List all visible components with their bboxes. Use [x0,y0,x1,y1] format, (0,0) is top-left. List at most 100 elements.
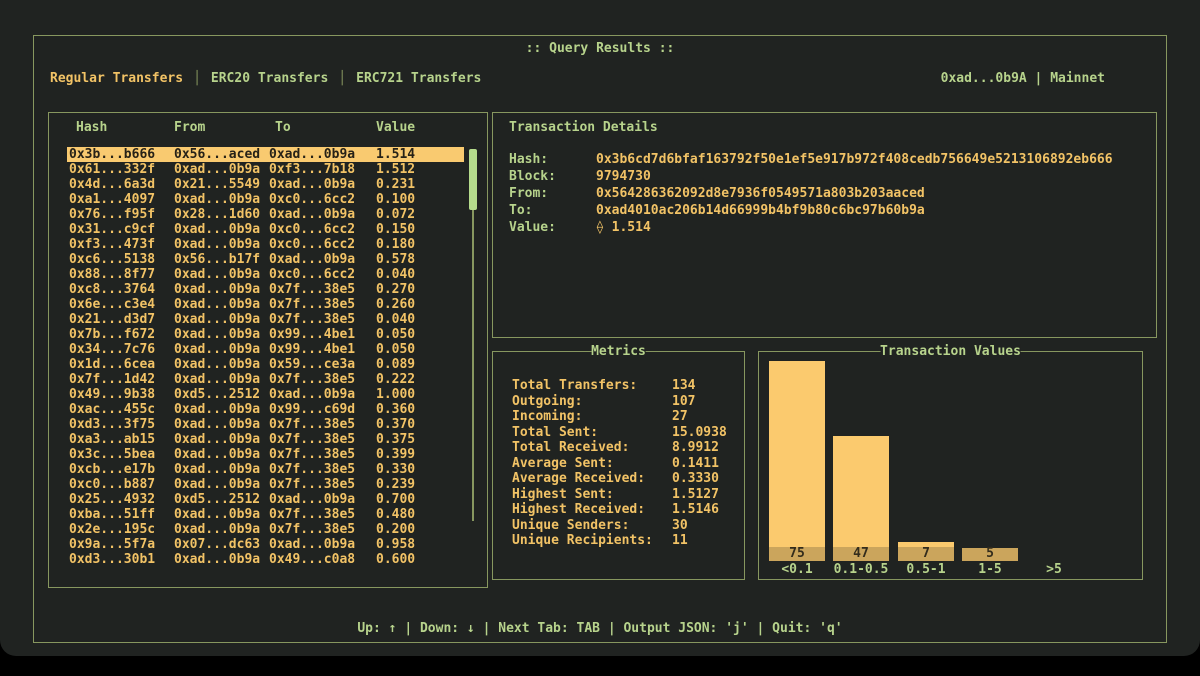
scrollbar-thumb[interactable] [469,149,477,210]
detail-field-value: 0x564286362092d8e7936f0549571a803b203aac… [596,185,925,202]
table-cell: 0x99...4be1 [269,342,376,357]
table-cell: 0x76...f95f [69,207,174,222]
table-row[interactable]: 0x7b...f6720xad...0b9a0x99...4be10.050 [67,327,464,342]
table-row[interactable]: 0x76...f95f0x28...1d600xad...0b9a0.072 [67,207,464,222]
detail-field: Value:⟠ 1.514 [493,219,1156,236]
tab-erc721-transfers[interactable]: ERC721 Transfers [356,71,481,86]
table-cell: 0xad...0b9a [174,312,269,327]
table-cell: 0xad...0b9a [174,282,269,297]
tab-regular-transfers[interactable]: Regular Transfers [50,71,183,86]
table-row[interactable]: 0xcb...e17b0xad...0b9a0x7f...38e50.330 [67,462,464,477]
table-body: 0x3b...b6660x56...aced0xad...0b9a1.5140x… [67,147,464,567]
table-cell: 0.958 [376,537,464,552]
table-cell: 0xad...0b9a [174,507,269,522]
table-row[interactable]: 0x49...9b380xd5...25120xad...0b9a1.000 [67,387,464,402]
table-cell: 0xad...0b9a [174,372,269,387]
table-row[interactable]: 0x3b...b6660x56...aced0xad...0b9a1.514 [67,147,464,162]
table-row[interactable]: 0x21...d3d70xad...0b9a0x7f...38e50.040 [67,312,464,327]
scrollbar[interactable] [469,149,477,521]
table-cell: 0.375 [376,432,464,447]
table-row[interactable]: 0x7f...1d420xad...0b9a0x7f...38e50.222 [67,372,464,387]
table-cell: 0xc0...6cc2 [269,222,376,237]
col-header-from: From [174,120,269,135]
table-cell: 0xad...0b9a [174,342,269,357]
table-cell: 0x99...4be1 [269,327,376,342]
table-cell: 0xad...0b9a [174,402,269,417]
table-cell: 0xc0...b887 [69,477,174,492]
table-row[interactable]: 0x31...c9cf0xad...0b9a0xc0...6cc20.150 [67,222,464,237]
table-cell: 0x7f...38e5 [269,462,376,477]
table-row[interactable]: 0xc6...51380x56...b17f0xad...0b9a0.578 [67,252,464,267]
metric-value: 27 [672,409,688,425]
table-row[interactable]: 0xa1...40970xad...0b9a0xc0...6cc20.100 [67,192,464,207]
table-cell: 0.040 [376,312,464,327]
table-cell: 0.600 [376,552,464,567]
table-row[interactable]: 0xac...455c0xad...0b9a0x99...c69d0.360 [67,402,464,417]
table-cell: 0x1d...6cea [69,357,174,372]
table-row[interactable]: 0xf3...473f0xad...0b9a0xc0...6cc20.180 [67,237,464,252]
table-cell: 0xad...0b9a [174,552,269,567]
table-cell: 0xc0...6cc2 [269,192,376,207]
metric-value: 1.5127 [672,487,719,503]
detail-field: To:0xad4010ac206b14d66999b4bf9b80c6bc97b… [493,202,1156,219]
table-row[interactable]: 0xc8...37640xad...0b9a0x7f...38e50.270 [67,282,464,297]
table-row[interactable]: 0xba...51ff0xad...0b9a0x7f...38e50.480 [67,507,464,522]
chart-bar-1-5: 5 [962,548,1018,561]
table-cell: 0.180 [376,237,464,252]
metric-label: Incoming: [512,409,582,425]
table-row[interactable]: 0x25...49320xd5...25120xad...0b9a0.700 [67,492,464,507]
table-row[interactable]: 0xd3...3f750xad...0b9a0x7f...38e50.370 [67,417,464,432]
table-row[interactable]: 0x88...8f770xad...0b9a0xc0...6cc20.040 [67,267,464,282]
table-row[interactable]: 0x2e...195c0xad...0b9a0x7f...38e50.200 [67,522,464,537]
table-row[interactable]: 0x34...7c760xad...0b9a0x99...4be10.050 [67,342,464,357]
table-cell: 0xad...0b9a [174,432,269,447]
bar-chart: 75<0.1470.1-0.570.5-151-5>5 [759,352,1142,579]
table-row[interactable]: 0x61...332f0xad...0b9a0xf3...7b181.512 [67,162,464,177]
table-cell: 1.512 [376,162,464,177]
table-row[interactable]: 0xd3...30b10xad...0b9a0x49...c0a80.600 [67,552,464,567]
table-row[interactable]: 0xc0...b8870xad...0b9a0x7f...38e50.239 [67,477,464,492]
details-fields: Hash:0x3b6cd7d6bfaf163792f50e1ef5e917b97… [493,151,1156,236]
table-row[interactable]: 0xa3...ab150xad...0b9a0x7f...38e50.375 [67,432,464,447]
table-cell: 0xba...51ff [69,507,174,522]
table-cell: 0x25...4932 [69,492,174,507]
table-cell: 0.050 [376,342,464,357]
table-cell: 0xf3...473f [69,237,174,252]
chart-x-label: 0.5-1 [898,563,954,577]
table-cell: 0x7f...38e5 [269,477,376,492]
metric-row: Outgoing:107 [493,394,744,410]
metric-label: Average Sent: [512,456,614,472]
chart-x-label: >5 [1026,563,1082,577]
table-row[interactable]: 0x1d...6cea0xad...0b9a0x59...ce3a0.089 [67,357,464,372]
table-row[interactable]: 0x3c...5bea0xad...0b9a0x7f...38e50.399 [67,447,464,462]
tab-bar: Regular Transfers│ERC20 Transfers│ERC721… [50,71,481,86]
table-cell: 0xc0...6cc2 [269,267,376,282]
table-cell: 0x61...332f [69,162,174,177]
col-header-value: Value [376,120,487,135]
table-cell: 0xd5...2512 [174,387,269,402]
metric-label: Highest Sent: [512,487,614,503]
detail-field-value: ⟠ 1.514 [596,219,651,236]
table-cell: 0xd5...2512 [174,492,269,507]
tab-erc20-transfers[interactable]: ERC20 Transfers [211,71,328,86]
table-cell: 0xad...0b9a [174,192,269,207]
chart-panel: Transaction Values 75<0.1470.1-0.570.5-1… [758,351,1143,580]
table-cell: 0x7f...38e5 [269,282,376,297]
metric-row: Unique Recipients:11 [493,533,744,549]
table-cell: 0x7f...38e5 [269,447,376,462]
table-cell: 0.050 [376,327,464,342]
table-cell: 0xad...0b9a [269,147,376,162]
chart-x-label: 0.1-0.5 [833,563,889,577]
table-row[interactable]: 0x9a...5f7a0x07...dc630xad...0b9a0.958 [67,537,464,552]
metric-value: 11 [672,533,688,549]
table-cell: 0xad...0b9a [174,222,269,237]
table-row[interactable]: 0x4d...6a3d0x21...55490xad...0b9a0.231 [67,177,464,192]
table-row[interactable]: 0x6e...c3e40xad...0b9a0x7f...38e50.260 [67,297,464,312]
table-cell: 0x7f...38e5 [269,417,376,432]
table-cell: 0x3c...5bea [69,447,174,462]
detail-field-value: 0x3b6cd7d6bfaf163792f50e1ef5e917b972f408… [596,151,1113,168]
table-cell: 0x49...9b38 [69,387,174,402]
table-cell: 0.399 [376,447,464,462]
detail-field-label: From: [509,185,548,202]
table-cell: 0.072 [376,207,464,222]
